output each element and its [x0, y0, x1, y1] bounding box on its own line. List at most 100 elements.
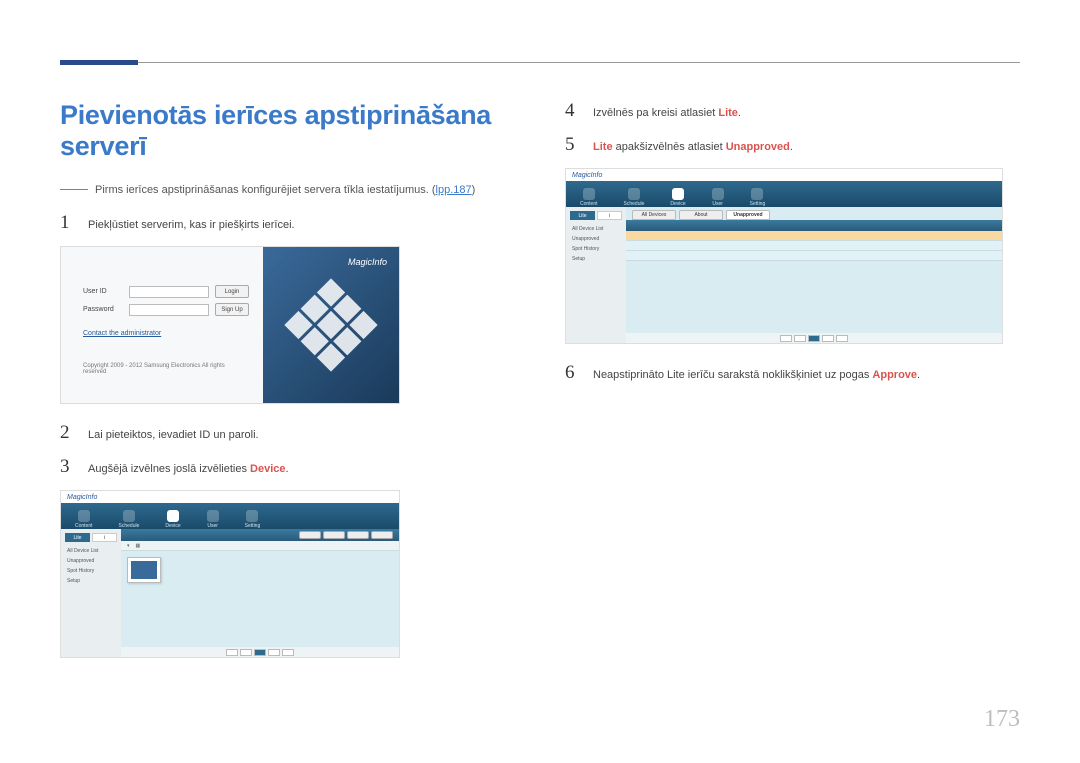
- nav-device[interactable]: Device: [670, 188, 685, 207]
- signup-button[interactable]: Sign Up: [215, 303, 249, 316]
- side-item[interactable]: Unapproved: [65, 557, 117, 565]
- user-id-input[interactable]: [129, 286, 209, 298]
- screenshot-unapproved-list: MagicInfo Content Schedule Device User S…: [565, 168, 1003, 344]
- screenshot-device-view: MagicInfo Content Schedule Device User S…: [60, 490, 400, 658]
- lite-highlight: Lite: [593, 141, 613, 153]
- step-text: Augšējā izvēlnes joslā izvēlieties Devic…: [88, 461, 289, 478]
- nav-device[interactable]: Device: [165, 510, 180, 529]
- step-number: 2: [60, 422, 74, 444]
- pager-btn[interactable]: [780, 335, 792, 342]
- nav-user[interactable]: User: [712, 188, 724, 207]
- device-thumbnail[interactable]: [127, 557, 161, 583]
- precursor-text: Pirms ierīces apstiprināšanas konfigurēj…: [95, 184, 436, 196]
- step-6: 6 Neapstiprināto Lite ierīču sarakstā no…: [565, 362, 1020, 384]
- table-row[interactable]: [626, 251, 1002, 261]
- page-ref-link[interactable]: lpp.187: [436, 184, 472, 196]
- side-tab-i[interactable]: i: [597, 211, 622, 220]
- schedule-icon: [123, 510, 135, 522]
- pager-btn[interactable]: [822, 335, 834, 342]
- content-icon: [583, 188, 595, 200]
- header-rule: [60, 62, 1020, 63]
- toolbar-btn[interactable]: [347, 531, 369, 539]
- app-logo: MagicInfo: [572, 172, 602, 179]
- schedule-icon: [628, 188, 640, 200]
- contact-admin-link[interactable]: Contact the administrator: [83, 330, 249, 337]
- header-accent: [60, 60, 138, 65]
- toolbar-btn[interactable]: [371, 531, 393, 539]
- side-item[interactable]: Setup: [65, 577, 117, 585]
- side-item[interactable]: All Device List: [570, 225, 622, 233]
- side-item[interactable]: Unapproved: [570, 235, 622, 243]
- setting-icon: [246, 510, 258, 522]
- page-number: 173: [984, 706, 1020, 733]
- user-icon: [207, 510, 219, 522]
- left-column: Pievienotās ierīces apstiprināšana serve…: [60, 100, 515, 676]
- step-text: Lite apakšizvēlnēs atlasiet Unapproved.: [593, 139, 793, 156]
- pager-btn[interactable]: [240, 649, 252, 656]
- screenshot-login: User ID Login Password Sign Up Contact t…: [60, 246, 400, 404]
- sidebar: Lite i All Device List Unapproved Spot H…: [566, 207, 626, 343]
- side-item[interactable]: Spot History: [570, 245, 622, 253]
- pager: [626, 333, 1002, 343]
- step-number: 4: [565, 100, 579, 122]
- pager-btn[interactable]: [794, 335, 806, 342]
- pager-btn[interactable]: [836, 335, 848, 342]
- side-tab-lite[interactable]: Lite: [570, 211, 595, 220]
- step-number: 1: [60, 212, 74, 234]
- step-number: 5: [565, 134, 579, 156]
- side-tab-lite[interactable]: Lite: [65, 533, 90, 542]
- diamond-graphic: [284, 278, 377, 371]
- table-row[interactable]: [626, 241, 1002, 251]
- precursor-close: ): [472, 184, 476, 196]
- nav-content[interactable]: Content: [580, 188, 598, 207]
- table-tab-unapproved[interactable]: Unapproved: [726, 210, 770, 220]
- side-item[interactable]: Setup: [570, 255, 622, 263]
- nav-setting[interactable]: Setting: [245, 510, 261, 529]
- unapproved-highlight: Unapproved: [726, 141, 790, 153]
- table-tab[interactable]: All Devices: [632, 210, 676, 220]
- table-tabs: All Devices About Unapproved: [632, 210, 1002, 220]
- table-header: [626, 220, 1002, 231]
- table-row[interactable]: [626, 231, 1002, 241]
- side-item[interactable]: All Device List: [65, 547, 117, 555]
- nav-schedule[interactable]: Schedule: [119, 510, 140, 529]
- toolbar-btn[interactable]: [323, 531, 345, 539]
- pager-btn[interactable]: [282, 649, 294, 656]
- nav-user[interactable]: User: [207, 510, 219, 529]
- pager-current[interactable]: [254, 649, 266, 656]
- step-2: 2 Lai pieteiktos, ievadiet ID un paroli.: [60, 422, 515, 444]
- nav-content[interactable]: Content: [75, 510, 93, 529]
- pager-current[interactable]: [808, 335, 820, 342]
- side-tab-i[interactable]: i: [92, 533, 117, 542]
- password-input[interactable]: [129, 304, 209, 316]
- nav-setting[interactable]: Setting: [750, 188, 766, 207]
- side-item[interactable]: Spot History: [65, 567, 117, 575]
- toolbar-btn[interactable]: [299, 531, 321, 539]
- login-button[interactable]: Login: [215, 285, 249, 298]
- copyright-text: Copyright 2009 - 2012 Samsung Electronic…: [83, 363, 249, 375]
- precursor-note: ―― Pirms ierīces apstiprināšanas konfigu…: [60, 180, 515, 196]
- right-column: 4 Izvēlnēs pa kreisi atlasiet Lite. 5 Li…: [565, 100, 1020, 676]
- step-text: Lai pieteiktos, ievadiet ID un paroli.: [88, 427, 259, 444]
- device-icon: [672, 188, 684, 200]
- top-navbar: Content Schedule Device User Setting: [566, 181, 1002, 207]
- dash-icon: ――: [60, 180, 88, 196]
- pager-btn[interactable]: [268, 649, 280, 656]
- pager-btn[interactable]: [226, 649, 238, 656]
- step-text: Neapstiprināto Lite ierīču sarakstā nokl…: [593, 367, 920, 384]
- lite-highlight: Lite: [718, 107, 738, 119]
- page-title: Pievienotās ierīces apstiprināšana serve…: [60, 100, 515, 162]
- step-number: 3: [60, 456, 74, 478]
- table-tab[interactable]: About: [679, 210, 723, 220]
- password-label: Password: [83, 306, 123, 313]
- device-icon: [167, 510, 179, 522]
- sub-toolbar: ▾▦: [121, 541, 399, 551]
- content-icon: [78, 510, 90, 522]
- nav-schedule[interactable]: Schedule: [624, 188, 645, 207]
- user-id-label: User ID: [83, 288, 123, 295]
- brand-logo: MagicInfo: [348, 257, 387, 267]
- setting-icon: [751, 188, 763, 200]
- step-3: 3 Augšējā izvēlnes joslā izvēlieties Dev…: [60, 456, 515, 478]
- device-highlight: Device: [250, 463, 285, 475]
- main-toolbar: [121, 529, 399, 541]
